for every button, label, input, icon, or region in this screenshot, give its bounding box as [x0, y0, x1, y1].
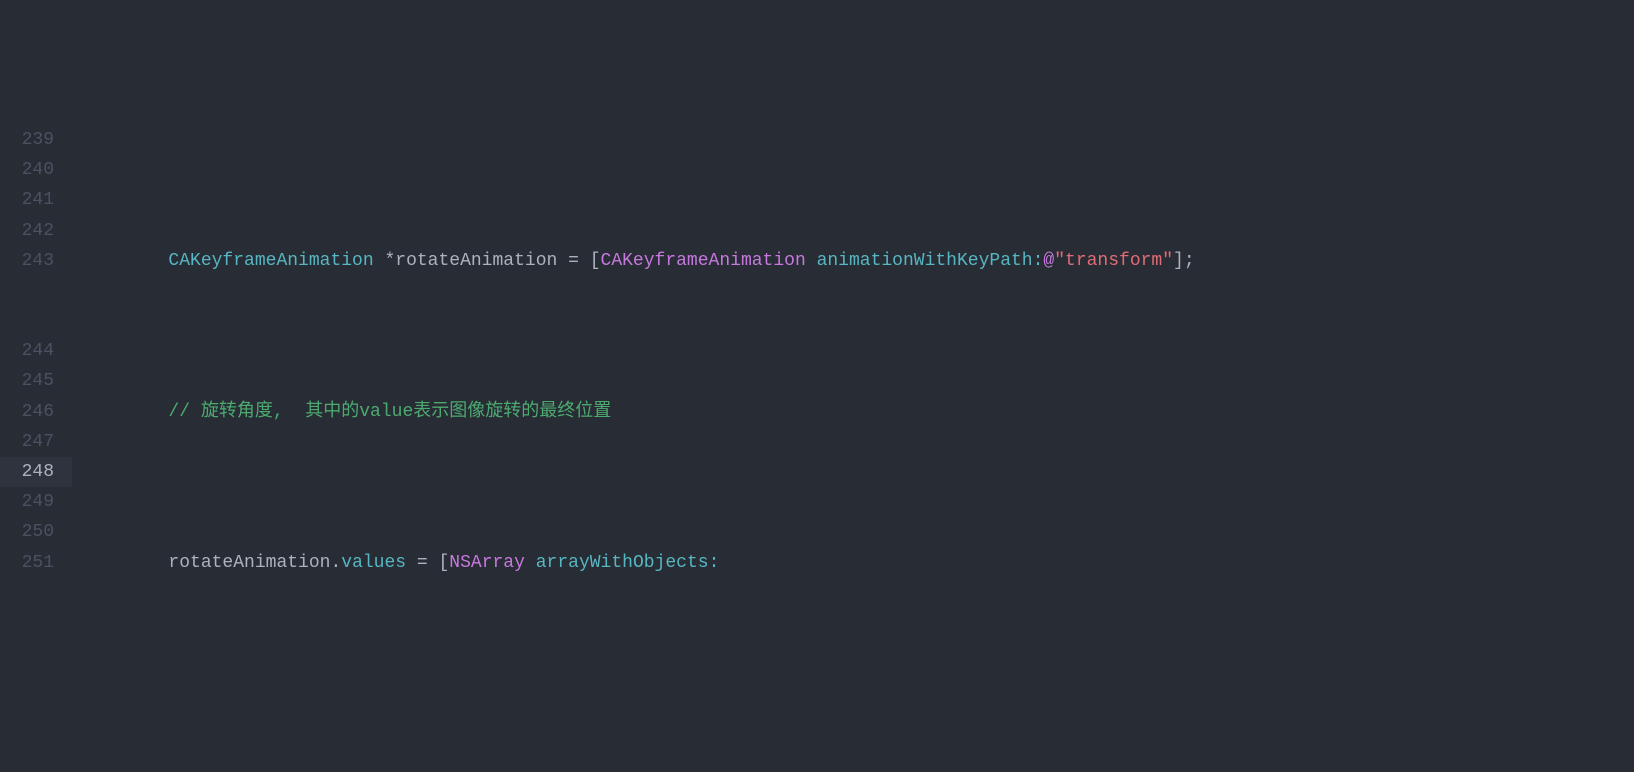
- line-number: 239: [0, 125, 72, 155]
- line-number: 242: [0, 216, 72, 246]
- line-number: [0, 306, 72, 336]
- type-token: CAKeyframeAnimation: [168, 251, 373, 271]
- class-token: CAKeyframeAnimation: [601, 251, 806, 271]
- line-number: 244: [0, 336, 72, 366]
- string-token: "transform": [1054, 251, 1173, 271]
- property-token: values: [341, 553, 406, 573]
- punct: *: [374, 251, 396, 271]
- line-number: 251: [0, 548, 72, 578]
- method-token: animationWithKeyPath:: [817, 251, 1044, 271]
- line-number: 243: [0, 246, 72, 276]
- line-number: 245: [0, 366, 72, 396]
- line-number: 246: [0, 397, 72, 427]
- identifier: rotateAnimation: [395, 251, 557, 271]
- line-number: 250: [0, 517, 72, 547]
- punct: =: [557, 251, 589, 271]
- line-number: 249: [0, 487, 72, 517]
- code-line[interactable]: CAKeyframeAnimation *rotateAnimation = […: [72, 246, 1634, 276]
- code-area[interactable]: CAKeyframeAnimation *rotateAnimation = […: [72, 121, 1634, 621]
- line-number: [0, 276, 72, 306]
- comment-token: // 旋转角度, 其中的value表示图像旋转的最终位置: [168, 402, 611, 422]
- code-line[interactable]: // 旋转角度, 其中的value表示图像旋转的最终位置: [72, 397, 1634, 427]
- line-number: 240: [0, 155, 72, 185]
- line-number-gutter: 239240241242243 244245246247248249250251: [0, 121, 72, 621]
- code-line[interactable]: rotateAnimation.values = [NSArray arrayW…: [72, 548, 1634, 578]
- at-token: @: [1043, 251, 1054, 271]
- line-number: 241: [0, 185, 72, 215]
- line-number: 247: [0, 427, 72, 457]
- line-number: 248: [0, 457, 72, 487]
- punct: [: [590, 251, 601, 271]
- code-editor[interactable]: 239240241242243244245246247248249250251 …: [0, 121, 1634, 621]
